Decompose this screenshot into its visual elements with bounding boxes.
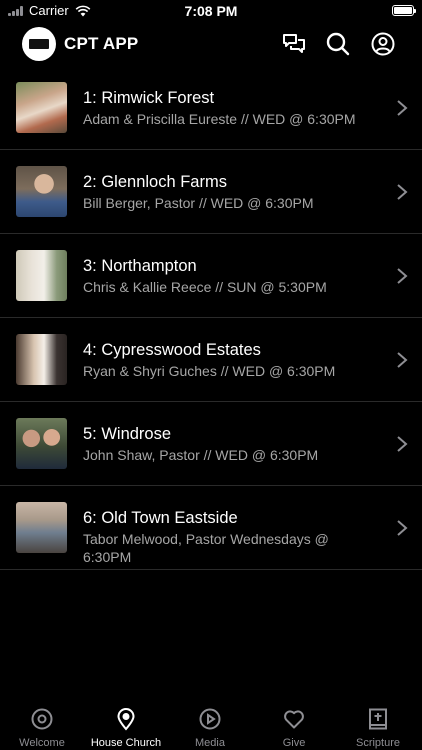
church-details: Adam & Priscilla Eureste // WED @ 6:30PM <box>83 111 356 127</box>
tab-label: Scripture <box>355 737 401 749</box>
chevron-right-icon <box>397 268 408 284</box>
tab-give[interactable]: Give <box>252 701 336 749</box>
church-details: Tabor Melwood, Pastor Wednesdays @ 6:30P… <box>83 531 329 565</box>
church-photo <box>16 250 67 301</box>
app-logo <box>22 27 56 61</box>
tab-label: House Church <box>90 737 162 749</box>
chevron-right-icon <box>397 100 408 116</box>
tab-welcome[interactable]: Welcome <box>0 701 84 749</box>
battery-icon <box>392 5 416 16</box>
chevron-right-icon <box>397 352 408 368</box>
tab-label: Welcome <box>19 737 65 749</box>
tab-media[interactable]: Media <box>168 701 252 749</box>
church-photo <box>16 166 67 217</box>
church-details: Bill Berger, Pastor // WED @ 6:30PM <box>83 195 314 211</box>
list-item[interactable]: 2: Glennloch Farms Bill Berger, Pastor /… <box>0 150 422 234</box>
church-name: 2: Glennloch Farms <box>83 173 227 191</box>
church-photo <box>16 418 67 469</box>
church-photo <box>16 82 67 133</box>
bible-icon <box>369 708 387 730</box>
church-name: 4: Cypresswood Estates <box>83 341 261 359</box>
chevron-right-icon <box>397 184 408 200</box>
tab-label: Media <box>195 737 225 749</box>
app-header: CPT APP <box>0 26 422 62</box>
church-photo <box>16 334 67 385</box>
list-item[interactable]: 3: Northampton Chris & Kallie Reece // S… <box>0 234 422 318</box>
church-name: 6: Old Town Eastside <box>83 509 238 527</box>
tab-house-church[interactable]: House Church <box>84 701 168 749</box>
list-item[interactable]: 4: Cypresswood Estates Ryan & Shyri Guch… <box>0 318 422 402</box>
app-title: CPT APP <box>64 34 139 53</box>
church-name: 5: Windrose <box>83 425 172 443</box>
house-church-list: 1: Rimwick Forest Adam & Priscilla Eures… <box>0 66 422 570</box>
tab-label: Give <box>282 737 306 749</box>
chevron-right-icon <box>397 436 408 452</box>
status-bar: Carrier 7:08 PM <box>0 0 422 22</box>
church-name: 1: Rimwick Forest <box>83 89 215 107</box>
location-pin-icon <box>117 708 135 731</box>
church-details: Ryan & Shyri Guches // WED @ 6:30PM <box>83 363 336 379</box>
church-name: 3: Northampton <box>83 257 197 275</box>
account-icon[interactable] <box>370 31 396 57</box>
list-item[interactable]: 5: Windrose John Shaw, Pastor // WED @ 6… <box>0 402 422 486</box>
tab-bar: Welcome House Church Media Give Scriptur… <box>0 701 422 750</box>
list-item[interactable]: 6: Old Town Eastside Tabor Melwood, Past… <box>0 486 422 570</box>
search-icon[interactable] <box>325 31 351 57</box>
target-icon <box>31 708 53 730</box>
status-time: 7:08 PM <box>184 3 238 19</box>
heart-icon <box>284 710 304 729</box>
chevron-right-icon <box>397 520 408 536</box>
list-item[interactable]: 1: Rimwick Forest Adam & Priscilla Eures… <box>0 66 422 150</box>
church-photo <box>16 502 67 553</box>
church-details: John Shaw, Pastor // WED @ 6:30PM <box>83 447 319 463</box>
play-circle-icon <box>199 708 221 730</box>
chat-bubbles-icon[interactable] <box>281 31 307 57</box>
church-details: Chris & Kallie Reece // SUN @ 5:30PM <box>83 279 327 295</box>
tab-scripture[interactable]: Scripture <box>336 701 420 749</box>
